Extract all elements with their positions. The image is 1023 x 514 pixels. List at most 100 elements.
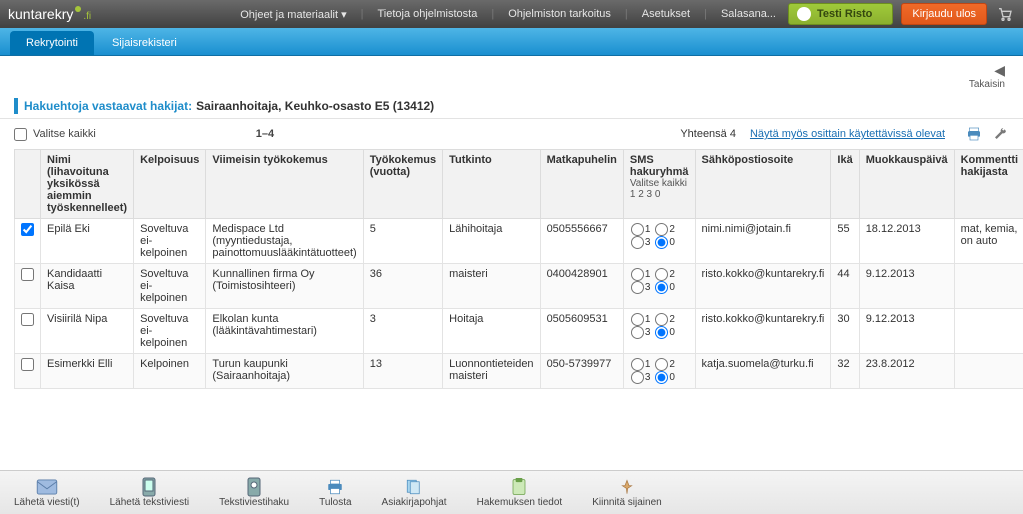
menu-purpose[interactable]: Ohjelmiston tarkoitus (508, 8, 611, 20)
logout-button[interactable]: Kirjaudu ulos (901, 3, 987, 25)
page-header-value: Sairaanhoitaja, Keuhko-osasto E5 (13412) (196, 99, 434, 113)
table-row[interactable]: Epilä EkiSoveltuva ei-kelpoinenMedispace… (15, 219, 1023, 264)
col-name[interactable]: Nimi (lihavoituna yksikössä aiemmin työs… (41, 150, 134, 219)
row-checkbox[interactable] (21, 268, 34, 281)
col-age[interactable]: Ikä (831, 150, 859, 219)
menu-help[interactable]: Ohjeet ja materiaalit ▾ (240, 8, 346, 21)
sms-radio-3[interactable] (631, 236, 644, 249)
user-button[interactable]: Testi Risto (788, 3, 893, 25)
col-eligibility[interactable]: Kelpoisuus (134, 150, 206, 219)
btn-attach-substitute[interactable]: Kiinnitä sijainen (588, 475, 666, 510)
user-name: Testi Risto (817, 8, 872, 20)
sms-radio-0[interactable] (655, 371, 668, 384)
cell-modified: 23.8.2012 (859, 354, 954, 389)
cell-degree: Hoitaja (443, 309, 540, 354)
logo-dot-icon (75, 6, 81, 12)
tab-recruit[interactable]: Rekrytointi (10, 31, 94, 55)
sms-radio-3[interactable] (631, 326, 644, 339)
select-all-checkbox[interactable] (14, 128, 27, 141)
sms-radio-3[interactable] (631, 281, 644, 294)
sms-radio-2[interactable] (655, 223, 668, 236)
sms-radio-1[interactable] (631, 223, 644, 236)
btn-application-info[interactable]: Hakemuksen tiedot (473, 475, 567, 510)
cell-lastjob: Turun kaupunki (Sairaanhoitaja) (206, 354, 363, 389)
cell-mobile: 050-5739977 (540, 354, 623, 389)
sms-radio-0[interactable] (655, 281, 668, 294)
table-row[interactable]: Kandidaatti KaisaSoveltuva ei-kelpoinenK… (15, 264, 1023, 309)
back-link[interactable]: ◀ Takaisin (0, 56, 1023, 90)
sms-radio-0[interactable] (655, 326, 668, 339)
btn-print[interactable]: Tulosta (315, 475, 355, 510)
cell-modified: 9.12.2013 (859, 309, 954, 354)
sms-radio-1[interactable] (631, 268, 644, 281)
btn-send-sms[interactable]: Lähetä tekstiviesti (106, 475, 194, 510)
select-all-label: Valitse kaikki (33, 128, 96, 140)
cell-age: 32 (831, 354, 859, 389)
row-checkbox[interactable] (21, 358, 34, 371)
menu-password[interactable]: Salasana... (721, 8, 776, 20)
cell-comment (954, 309, 1023, 354)
cell-degree: Luonnontieteiden maisteri (443, 354, 540, 389)
cell-sms: 1230 (623, 264, 695, 309)
col-mobile[interactable]: Matkapuhelin (540, 150, 623, 219)
menu-settings[interactable]: Asetukset (642, 8, 690, 20)
cell-mobile: 0505609531 (540, 309, 623, 354)
cell-mobile: 0505556667 (540, 219, 623, 264)
col-degree[interactable]: Tutkinto (443, 150, 540, 219)
page-header: Hakuehtoja vastaavat hakijat: Sairaanhoi… (0, 90, 1023, 118)
cell-degree: Lähihoitaja (443, 219, 540, 264)
table-row[interactable]: Visiirilä NipaSoveltuva ei-kelpoinenElko… (15, 309, 1023, 354)
sms-radio-2[interactable] (655, 358, 668, 371)
sms-radio-1[interactable] (631, 358, 644, 371)
col-email[interactable]: Sähköpostiosoite (695, 150, 831, 219)
user-icon (797, 7, 811, 21)
btn-send-message[interactable]: Lähetä viesti(t) (10, 475, 84, 510)
col-expyears[interactable]: Työkokemus (vuotta) (363, 150, 442, 219)
application-icon (508, 477, 530, 497)
cell-expyears: 13 (363, 354, 442, 389)
sms-radio-2[interactable] (655, 268, 668, 281)
btn-sms-search[interactable]: Tekstiviestihaku (215, 475, 293, 510)
cell-mobile: 0400428901 (540, 264, 623, 309)
phone-sms-icon (138, 477, 160, 497)
bottom-toolbar: Lähetä viesti(t) Lähetä tekstiviesti Tek… (0, 470, 1023, 514)
header-stripe-icon (14, 98, 18, 114)
sms-radio-3[interactable] (631, 371, 644, 384)
col-modified[interactable]: Muokkauspäivä (859, 150, 954, 219)
cell-comment (954, 264, 1023, 309)
col-lastjob[interactable]: Viimeisin työkokemus (206, 150, 363, 219)
cell-eligibility: Kelpoinen (134, 354, 206, 389)
cell-expyears: 3 (363, 309, 442, 354)
row-checkbox[interactable] (21, 223, 34, 236)
show-partial-link[interactable]: Näytä myös osittain käytettävissä olevat (750, 128, 945, 140)
cell-comment: mat, kemia, on auto (954, 219, 1023, 264)
sms-radio-0[interactable] (655, 236, 668, 249)
table-row[interactable]: Esimerkki ElliKelpoinenTurun kaupunki (S… (15, 354, 1023, 389)
logo-text: kuntarekry (8, 6, 73, 22)
cell-name: Epilä Eki (41, 219, 134, 264)
cart-icon[interactable] (995, 4, 1015, 24)
cell-name: Visiirilä Nipa (41, 309, 134, 354)
logo[interactable]: kuntarekry .fi (8, 6, 91, 22)
tab-substitute[interactable]: Sijaisrekisteri (96, 31, 193, 55)
settings-wrench-icon[interactable] (991, 125, 1009, 143)
cell-degree: maisteri (443, 264, 540, 309)
print-icon[interactable] (965, 125, 983, 143)
cell-age: 55 (831, 219, 859, 264)
cell-email: risto.kokko@kuntarekry.fi (695, 309, 831, 354)
sms-radio-1[interactable] (631, 313, 644, 326)
menu-about[interactable]: Tietoja ohjelmistosta (377, 8, 477, 20)
cell-age: 44 (831, 264, 859, 309)
col-checkbox (15, 150, 41, 219)
printer-icon (324, 477, 346, 497)
sms-radio-2[interactable] (655, 313, 668, 326)
cell-email: nimi.nimi@jotain.fi (695, 219, 831, 264)
document-templates-icon (403, 477, 425, 497)
col-sms[interactable]: SMS hakuryhmä Valitse kaikki 1 2 3 0 (623, 150, 695, 219)
row-checkbox[interactable] (21, 313, 34, 326)
cell-email: katja.suomela@turku.fi (695, 354, 831, 389)
btn-doc-templates[interactable]: Asiakirjapohjat (378, 475, 451, 510)
logo-suffix: .fi (83, 11, 91, 22)
topbar: kuntarekry.fi Ohjeet ja materiaalit ▾ | … (0, 0, 1023, 28)
col-comment[interactable]: Kommentti hakijasta (954, 150, 1023, 219)
